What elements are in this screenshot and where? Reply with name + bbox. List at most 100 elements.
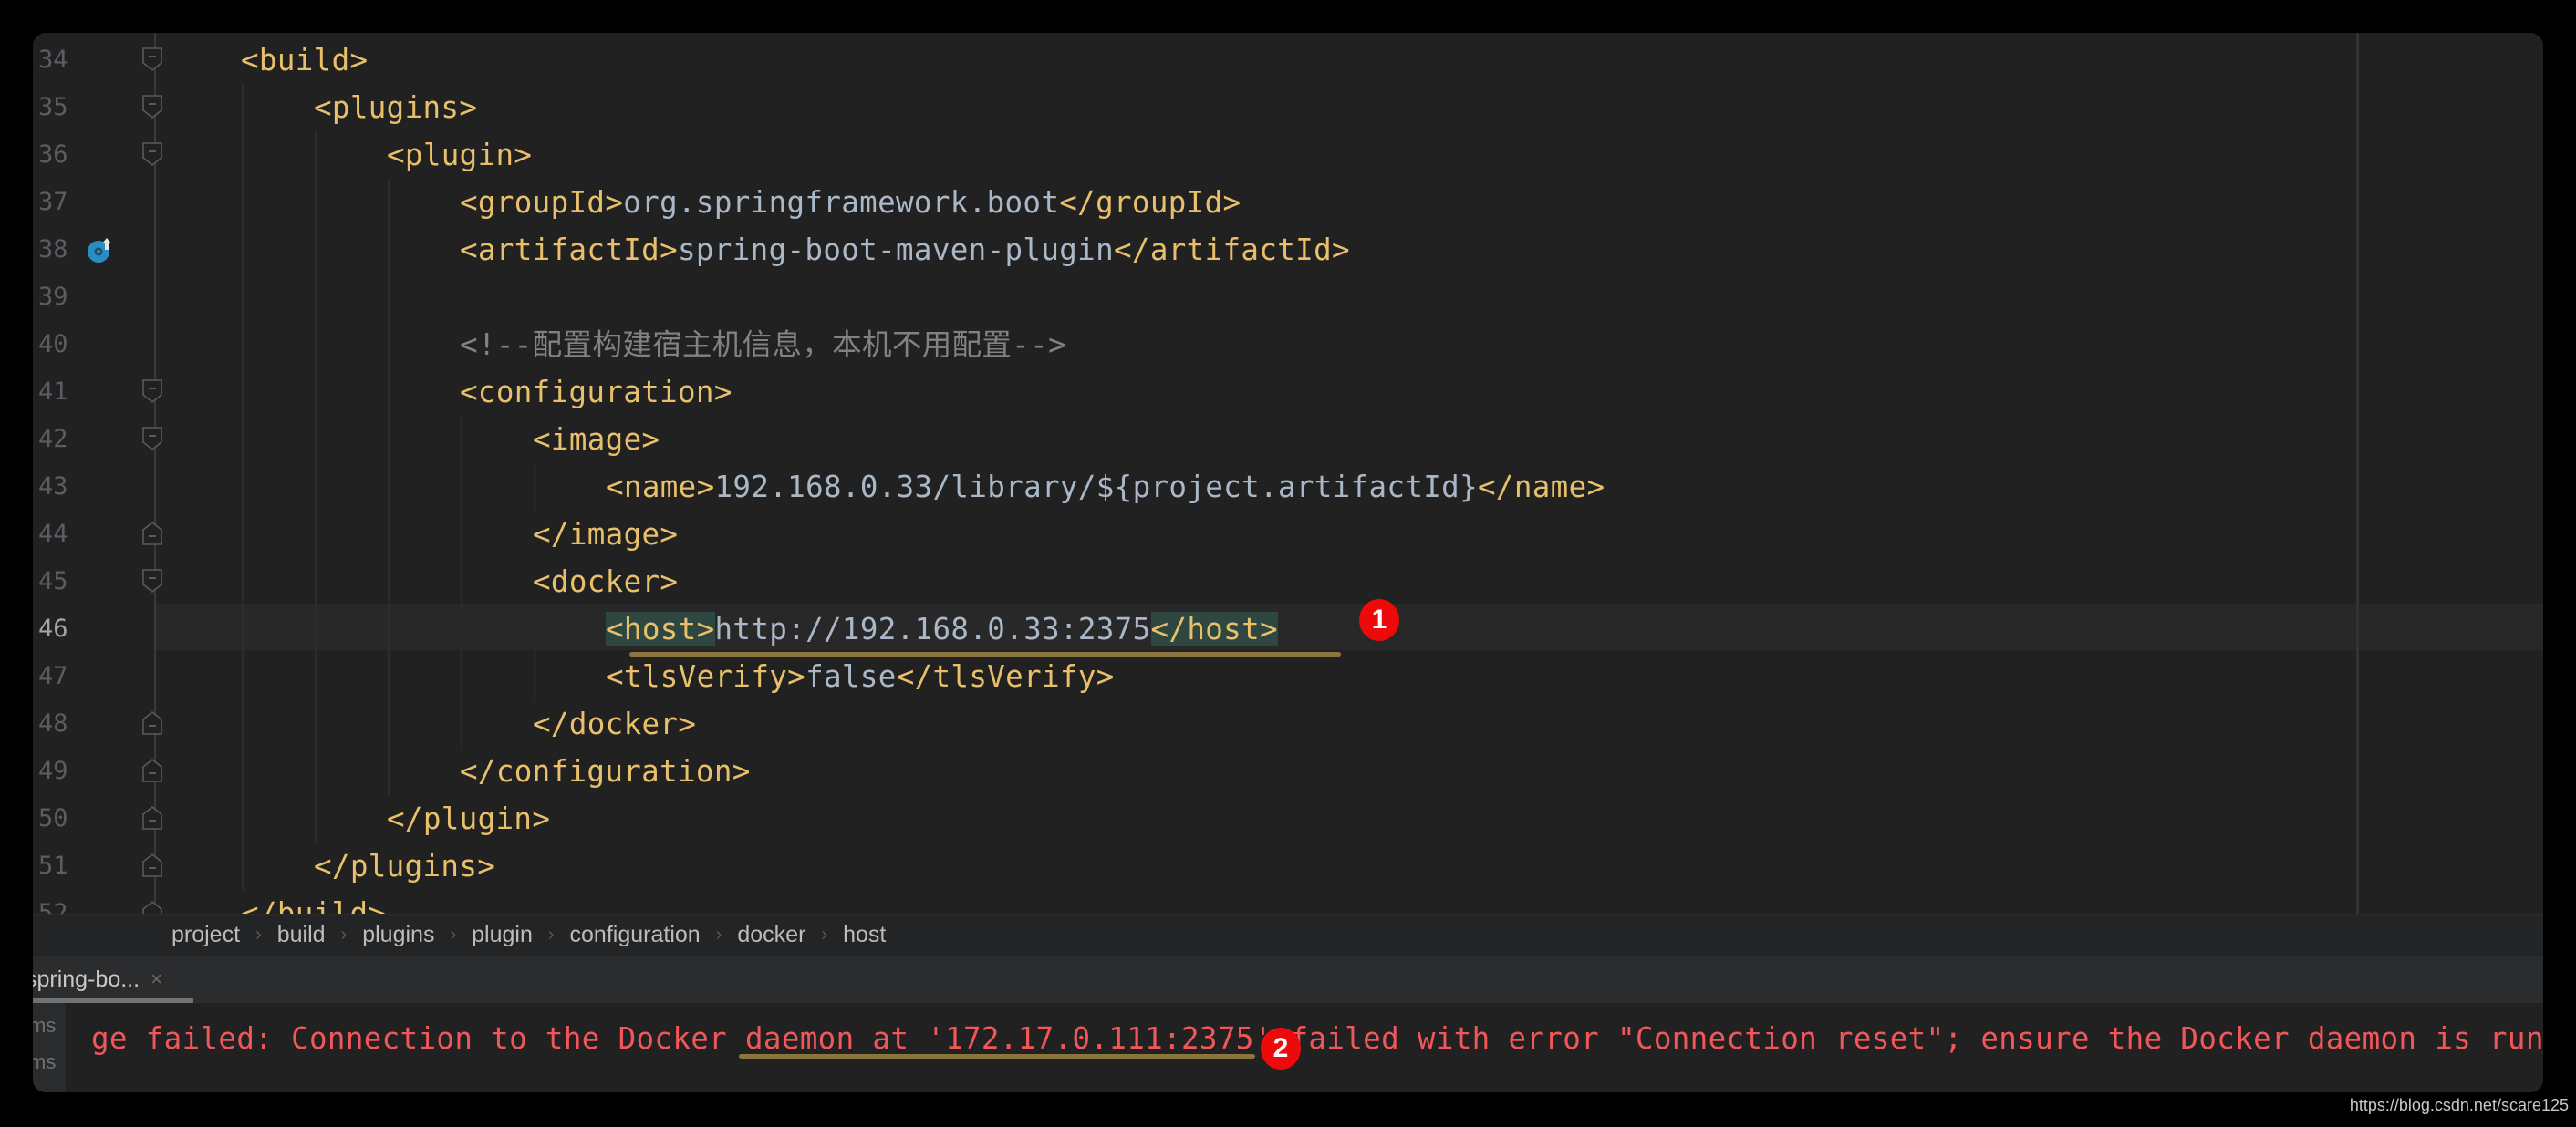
- chevron-right-icon: ›: [340, 925, 348, 945]
- fold-collapse-icon[interactable]: [142, 427, 162, 450]
- fold-end-icon[interactable]: [142, 759, 162, 782]
- line-number: 40: [38, 330, 68, 358]
- code-text: </build>: [241, 890, 386, 914]
- breadcrumb-item-build[interactable]: build: [277, 922, 326, 948]
- code-text: </docker>: [533, 700, 696, 748]
- chevron-right-icon: ›: [255, 925, 262, 945]
- code-line[interactable]: 41 <configuration>: [33, 368, 2543, 416]
- xml-tag: </plugins>: [314, 849, 496, 884]
- code-line[interactable]: 37 <groupId>org.springframework.boot</gro…: [33, 179, 2543, 226]
- fold-collapse-icon[interactable]: [142, 379, 162, 403]
- indent-guide: [388, 321, 390, 368]
- code-line[interactable]: 36 <plugin>: [33, 131, 2543, 179]
- close-icon[interactable]: ×: [151, 967, 162, 991]
- chevron-right-icon: ›: [821, 925, 828, 945]
- timing-label: ms: [33, 1014, 57, 1037]
- code-line[interactable]: 47 <tlsVerify>false</tlsVerify>: [33, 653, 2543, 700]
- code-text: <configuration>: [460, 368, 732, 416]
- run-tab[interactable]: spring-bo... ×: [33, 956, 226, 1003]
- breadcrumb-item-project[interactable]: project: [171, 922, 240, 948]
- code-line[interactable]: 49 </configuration>: [33, 748, 2543, 795]
- ide-window: 34 <build> 35 <plugins> 36 <plugin> 37 <groupId…: [33, 33, 2543, 1092]
- line-number: 51: [38, 852, 68, 880]
- override-icon[interactable]: [86, 235, 115, 264]
- indent-guide: [242, 321, 244, 368]
- chevron-right-icon: ›: [450, 925, 457, 945]
- code-line[interactable]: 35 <plugins>: [33, 84, 2543, 131]
- breadcrumb-item-host[interactable]: host: [843, 922, 886, 948]
- line-number: 42: [38, 425, 68, 453]
- code-text: <plugin>: [387, 131, 532, 179]
- xml-tag: <plugins>: [314, 90, 478, 125]
- xml-tag: </artifactId>: [1114, 233, 1350, 267]
- indent-guide: [242, 368, 244, 416]
- line-number: 46: [38, 615, 68, 643]
- line-number: 45: [38, 567, 68, 595]
- code-line[interactable]: 42 <image>: [33, 416, 2543, 463]
- fold-collapse-icon[interactable]: [142, 142, 162, 166]
- indent-guide: [315, 558, 317, 605]
- fold-end-icon[interactable]: [142, 901, 162, 914]
- code-line[interactable]: 45 <docker>: [33, 558, 2543, 605]
- code-line[interactable]: 48 </docker>: [33, 700, 2543, 748]
- fold-collapse-icon[interactable]: [142, 47, 162, 71]
- code-text: <artifactId>spring-boot-maven-plugin</ar…: [460, 226, 1350, 274]
- xml-tag: </tlsVerify>: [896, 659, 1115, 694]
- xml-tag: <image>: [533, 422, 660, 457]
- xml-tag: </build>: [241, 896, 387, 914]
- indent-guide: [461, 511, 462, 558]
- fold-end-icon[interactable]: [142, 522, 162, 545]
- breadcrumb-item-docker[interactable]: docker: [737, 922, 805, 948]
- fold-end-icon[interactable]: [142, 806, 162, 830]
- timing-label: ms: [33, 1050, 57, 1073]
- indent-guide: [534, 463, 535, 511]
- code-line[interactable]: 38 <artifactId>spring-boot-maven-plugin</…: [33, 226, 2543, 274]
- indent-guide: [461, 605, 462, 653]
- indent-guide: [315, 653, 317, 700]
- line-number: 47: [38, 662, 68, 690]
- fold-collapse-icon[interactable]: [142, 95, 162, 119]
- indent-guide: [534, 653, 535, 700]
- line-number: 48: [38, 709, 68, 738]
- indent-guide: [242, 558, 244, 605]
- code-text: <docker>: [533, 558, 678, 605]
- code-text: <plugins>: [314, 84, 477, 131]
- xml-tag: <configuration>: [460, 375, 732, 409]
- code-line[interactable]: 44 </image>: [33, 511, 2543, 558]
- indent-guide: [242, 274, 244, 321]
- code-line[interactable]: 34 <build>: [33, 36, 2543, 84]
- indent-guide: [242, 653, 244, 700]
- indent-guide: [388, 605, 390, 653]
- indent-guide: [315, 748, 317, 795]
- code-line[interactable]: 39: [33, 274, 2543, 321]
- line-number: 38: [38, 235, 68, 264]
- xml-tag: </plugin>: [387, 801, 551, 836]
- xml-tag: <build>: [241, 43, 369, 78]
- xml-value: spring-boot-maven-plugin: [678, 233, 1114, 267]
- code-editor[interactable]: 34 <build> 35 <plugins> 36 <plugin> 37 <groupId…: [33, 33, 2543, 914]
- xml-comment: <!--配置构建宿主机信息，本机不用配置-->: [460, 327, 1067, 362]
- code-line[interactable]: 52 </build>: [33, 890, 2543, 914]
- breadcrumb: project › build › plugins › plugin › configurati…: [33, 914, 2543, 956]
- indent-guide: [315, 179, 317, 226]
- breadcrumb-item-plugins[interactable]: plugins: [362, 922, 434, 948]
- code-text: <build>: [241, 36, 368, 84]
- code-line[interactable]: 50 </plugin>: [33, 795, 2543, 843]
- code-line[interactable]: 46 <host>http://192.168.0.33:2375</host>: [33, 605, 2543, 653]
- xml-tag: <host>: [606, 612, 715, 646]
- code-text: </plugins>: [314, 843, 495, 890]
- breadcrumb-item-configuration[interactable]: configuration: [570, 922, 701, 948]
- code-line[interactable]: 43 <name>192.168.0.33/library/${project.a…: [33, 463, 2543, 511]
- fold-collapse-icon[interactable]: [142, 569, 162, 593]
- code-line[interactable]: 40 <!--配置构建宿主机信息，本机不用配置-->: [33, 321, 2543, 368]
- fold-end-icon[interactable]: [142, 711, 162, 735]
- code-line[interactable]: 51 </plugins>: [33, 843, 2543, 890]
- fold-end-icon[interactable]: [142, 853, 162, 877]
- indent-guide: [242, 700, 244, 748]
- line-number: 50: [38, 804, 68, 832]
- breadcrumb-item-plugin[interactable]: plugin: [472, 922, 533, 948]
- indent-guide: [388, 748, 390, 795]
- indent-guide: [315, 700, 317, 748]
- indent-guide: [388, 368, 390, 416]
- annotation-underline-2: [739, 1054, 1255, 1059]
